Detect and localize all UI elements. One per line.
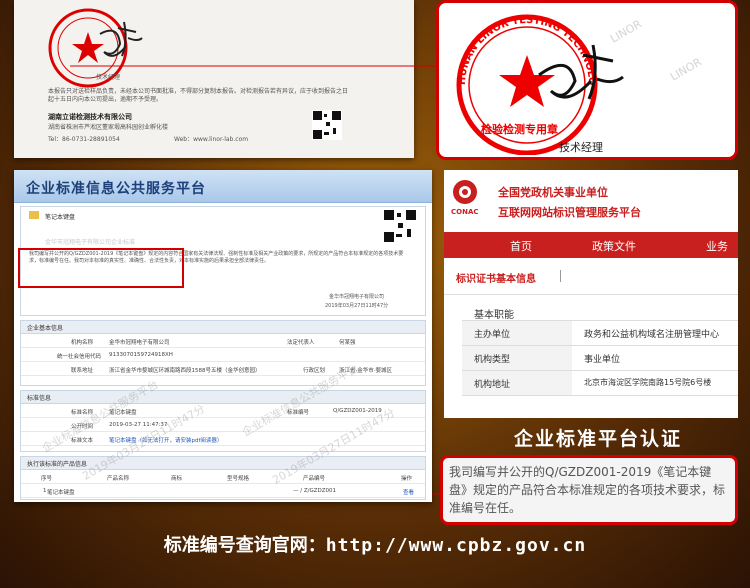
table-row: 机构类型 事业单位: [462, 346, 738, 371]
conac-screenshot: CONAC 全国党政机关事业单位 互联网网站标识管理服务平台 首页 政策文件 业…: [444, 170, 738, 418]
nav-business[interactable]: 业务: [706, 238, 728, 254]
section-basic: 基本职能: [474, 310, 514, 321]
query-label: 标准编号查询官网：: [163, 535, 326, 556]
tab-cert-info[interactable]: 标识证书基本信息: [456, 270, 536, 285]
platform-header: 企业标准信息公共服务平台: [14, 170, 432, 203]
enterprise-info-box: 企业基本信息 机构名称 金华市冠翔电子有限公司 法定代表人 何某强 统一社会信用代码…: [20, 320, 426, 386]
table-row: 1 笔记本键盘 — / Z/GZDZ001 查看: [21, 485, 425, 498]
table-row: 联系地址 浙江省金华市婺城区环城南路西段1588号五楼（金华创意园） 行政区划 浙江…: [21, 363, 425, 376]
statement-highlight: [18, 248, 184, 288]
svg-text:CONAC: CONAC: [451, 208, 479, 216]
platform-title: 企业标准信息公共服务平台: [26, 181, 206, 197]
qr-code-icon: [383, 209, 417, 243]
divider: [444, 294, 738, 295]
standard-platform-screenshot: 企业标准信息公共服务平台 笔记本键盘 金华市冠翔电子有限公司企业标准 我司编写并…: [14, 170, 432, 502]
nav-home[interactable]: 首页: [510, 238, 532, 254]
query-caption: 标准编号查询官网：http://www.cpbz.gov.cn: [0, 531, 750, 557]
nav-policy[interactable]: 政策文件: [592, 238, 636, 254]
doc-icon: [29, 211, 39, 219]
statement-quote: 我司编写并公开的Q/GZDZ001-2019《笔记本键盘》规定的产品符合本标准规…: [440, 455, 738, 525]
tab-divider: [560, 270, 561, 282]
view-product-link[interactable]: 查看: [403, 488, 414, 496]
publisher: 金华市冠翔电子有限公司: [329, 294, 385, 300]
section-enterprise: 企业基本信息: [21, 321, 425, 334]
table-row: 机构地址 北京市海淀区学院南路15号院6号楼: [462, 371, 738, 396]
published-time: 2019年03月27日11时47分: [325, 303, 389, 309]
conac-logo-icon: CONAC: [451, 180, 479, 216]
query-url-link[interactable]: http://www.cpbz.gov.cn: [326, 535, 586, 556]
product-info-box: 执行该标准的产品信息 序号 产品名称 商标 型号规格 产品编号 操作 1 笔记本键盘 —…: [20, 456, 426, 500]
blurred-company: 金华市冠翔电子有限公司企业标准: [45, 239, 136, 246]
conac-title-2: 互联网网站标识管理服务平台: [498, 206, 641, 219]
conac-title-1: 全国党政机关事业单位: [498, 186, 608, 199]
table-row: 机构名称 金华市冠翔电子有限公司 法定代表人 何某强: [21, 335, 425, 348]
section-standard: 标准信息: [21, 391, 425, 404]
conac-nav: 首页 政策文件 业务: [444, 232, 738, 258]
doc-label: 笔记本键盘: [45, 214, 76, 221]
conac-header: CONAC 全国党政机关事业单位 互联网网站标识管理服务平台: [444, 170, 738, 232]
table-row: 统一社会信用代码 9133070159724918XH: [21, 349, 425, 362]
conac-table: 主办单位 政务和公益机构域名注册管理中心 机构类型 事业单位 机构地址 北京市海淀区学…: [462, 320, 738, 396]
table-row: 主办单位 政务和公益机构域名注册管理中心: [462, 321, 738, 346]
platform-cert-caption: 企业标准平台认证: [513, 428, 682, 450]
